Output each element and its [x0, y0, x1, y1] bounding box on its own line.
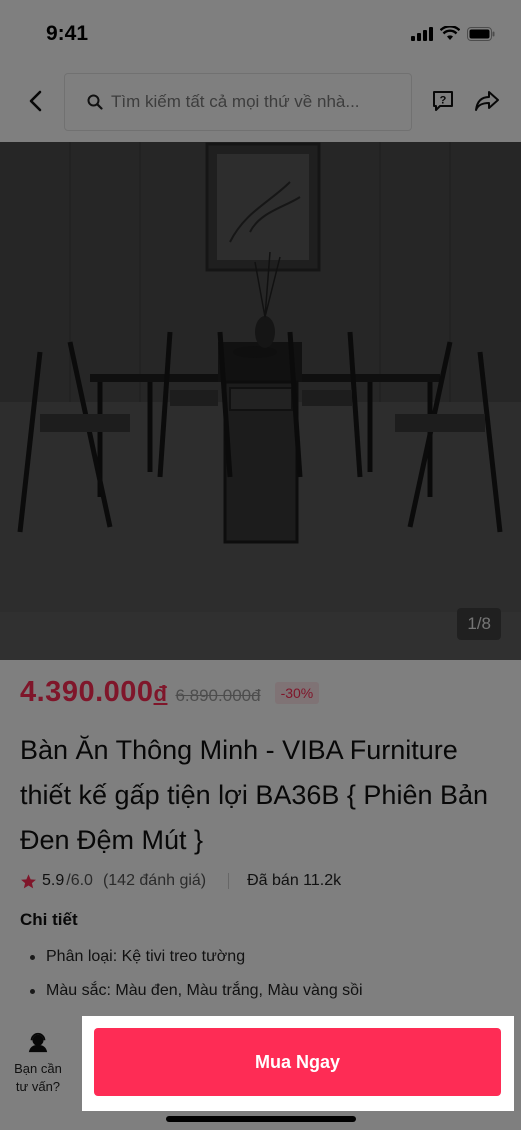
search-input[interactable]: Tìm kiếm tất cả mọi thứ về nhà... [64, 73, 412, 131]
back-button[interactable] [18, 86, 52, 120]
bottom-action-bar: Bạn cầntư vấn? Mua Ngay [0, 1012, 521, 1130]
home-indicator [166, 1116, 356, 1122]
currency-symbol: đ [153, 681, 168, 706]
sold-count: Đã bán 11.2k [247, 872, 342, 889]
wifi-icon [439, 25, 461, 46]
report-icon: ? [431, 89, 455, 118]
edge-dim [514, 1012, 521, 1130]
share-icon [474, 90, 500, 117]
search-icon [87, 93, 105, 111]
current-price-value: 4.390.000 [20, 676, 154, 708]
rating-row[interactable]: 5.9 /6.0 (142 đánh giá) Đã bán 11.2k [20, 872, 341, 890]
original-price: 6.890.000đ [175, 686, 261, 705]
detail-item: Phân loại: Kệ tivi treo tường [30, 944, 363, 978]
divider [228, 873, 230, 889]
details-list: Phân loại: Kệ tivi treo tường Màu sắc: M… [30, 944, 363, 1012]
discount-badge: -30% [274, 682, 320, 704]
product-title: Bàn Ăn Thông Minh - VIBA Furniture thiết… [20, 735, 489, 855]
rating-max: /6.0 [66, 872, 93, 889]
status-icons [411, 25, 495, 46]
chevron-left-icon [28, 90, 42, 117]
star-icon [20, 872, 38, 890]
rating-count: (142 đánh giá) [102, 872, 207, 889]
share-button[interactable] [470, 88, 504, 118]
image-counter: 1/8 [457, 608, 501, 640]
battery-icon [467, 26, 495, 46]
svg-text:?: ? [440, 94, 447, 106]
top-nav-bar: Tìm kiếm tất cả mọi thứ về nhà... ? [0, 66, 521, 142]
rating-value: 5.9 [42, 872, 65, 889]
signal-icon [411, 26, 433, 46]
search-placeholder: Tìm kiếm tất cả mọi thứ về nhà... [111, 92, 360, 111]
report-button[interactable]: ? [428, 88, 458, 118]
dining-set-photo [0, 142, 521, 660]
details-heading: Chi tiết [20, 910, 78, 929]
product-image[interactable]: 1/8 [0, 142, 521, 660]
buy-now-button[interactable]: Mua Ngay [94, 1028, 501, 1096]
detail-item: Màu sắc: Màu đen, Màu trắng, Màu vàng sồ… [30, 978, 363, 1012]
price-row: 4.390.000đ 6.890.000đ -30% [20, 676, 320, 709]
current-price: 4.390.000đ [20, 676, 167, 709]
status-time: 9:41 [46, 22, 89, 45]
top-dim [82, 1012, 514, 1016]
status-bar: 9:41 [0, 0, 521, 66]
consult-dim [0, 1012, 82, 1130]
